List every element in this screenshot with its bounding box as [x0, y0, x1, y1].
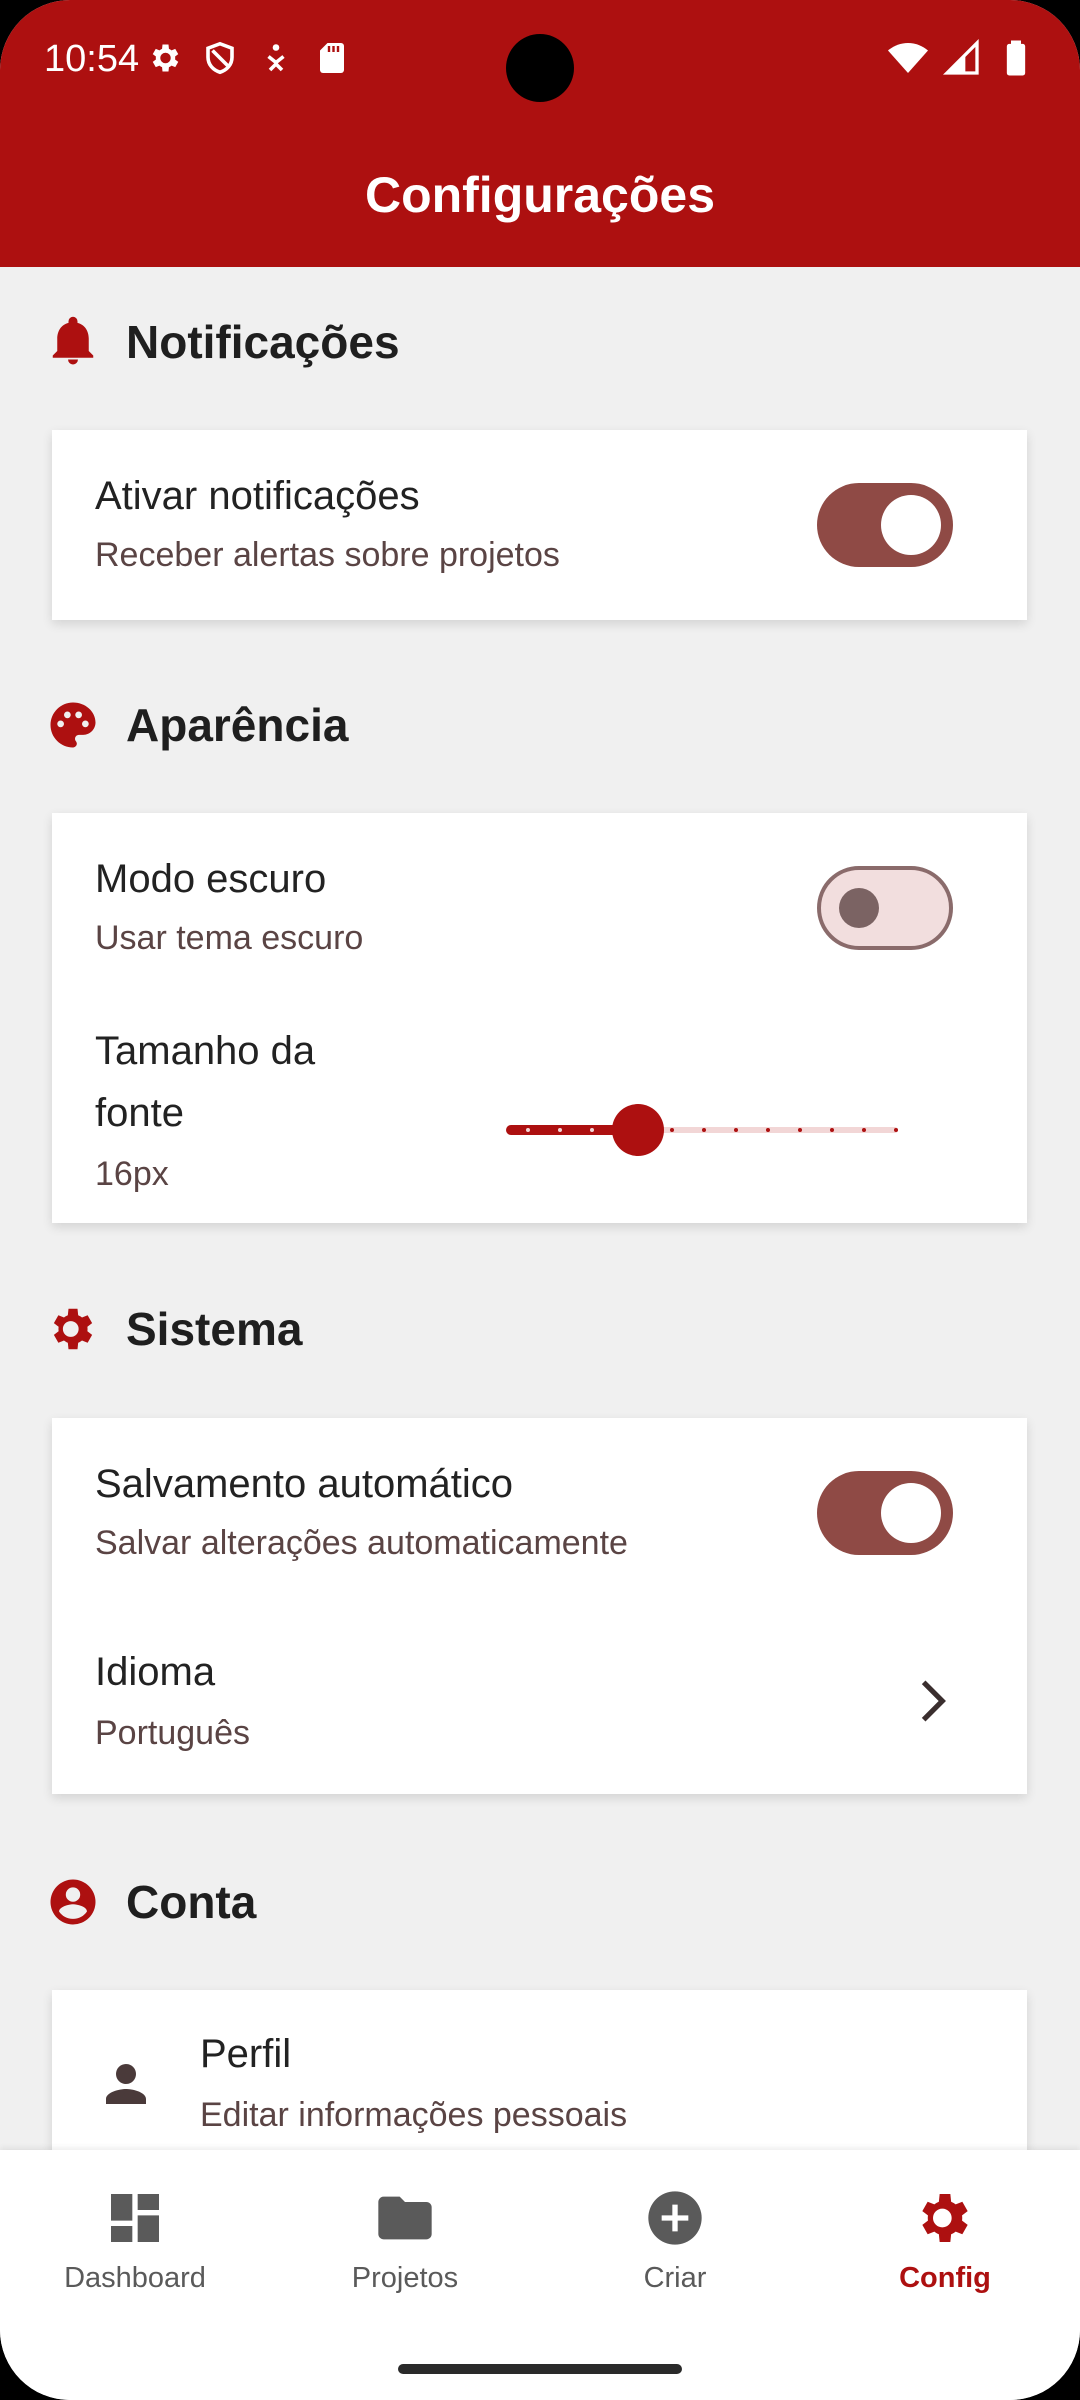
- section-title: Conta: [126, 1876, 257, 1928]
- nav-label: Projetos: [351, 2262, 459, 2294]
- app-bar: 10:54 Configurações: [0, 0, 1080, 267]
- profile-subtitle: Editar informações pessoais: [200, 2096, 628, 2134]
- bottom-navigation: Dashboard Projetos Criar Config: [0, 2150, 1080, 2400]
- nav-config[interactable]: Config: [810, 2186, 1080, 2295]
- account-circle-icon: [50, 1879, 96, 1925]
- dark-mode-label: Modo escuro: [95, 857, 327, 901]
- language-value: Português: [95, 1714, 250, 1752]
- notifications-toggle[interactable]: [817, 483, 953, 567]
- wifi-icon: [888, 43, 928, 73]
- slider-thumb[interactable]: [612, 1104, 664, 1156]
- section-title: Notificações: [126, 316, 400, 368]
- font-size-label-line1: Tamanho da: [95, 1029, 316, 1073]
- toggle-knob: [881, 495, 941, 555]
- font-size-label-line2: fonte: [95, 1091, 184, 1135]
- add-circle-icon: [648, 2191, 702, 2245]
- nav-create[interactable]: Criar: [540, 2186, 810, 2295]
- toggle-knob: [881, 1483, 941, 1543]
- bell-icon: [52, 316, 94, 365]
- font-size-value: 16px: [95, 1155, 169, 1193]
- autosave-toggle[interactable]: [817, 1471, 953, 1555]
- chevron-right-icon: [921, 1680, 946, 1722]
- section-header-system: Sistema: [46, 1302, 302, 1356]
- slider-tick: [734, 1128, 738, 1132]
- slider-tick: [798, 1128, 802, 1132]
- home-indicator[interactable]: [398, 2364, 682, 2374]
- settings-screen: 10:54 Configurações Notificações Ativar …: [0, 0, 1080, 2400]
- profile-label: Perfil: [200, 2032, 292, 2076]
- battery-icon: [1006, 40, 1026, 76]
- status-system-icons: [888, 38, 1036, 78]
- appearance-card: Modo escuro Usar tema escuro Tamanho da …: [52, 813, 1027, 1223]
- status-notification-icons: [146, 40, 350, 76]
- nav-projects[interactable]: Projetos: [270, 2186, 540, 2295]
- toggle-knob: [839, 888, 879, 928]
- slider-tick: [894, 1128, 898, 1132]
- slider-tick: [862, 1128, 866, 1132]
- nav-label: Dashboard: [64, 2262, 206, 2294]
- slider-tick: [526, 1128, 530, 1132]
- palette-icon: [50, 702, 96, 748]
- section-title: Sistema: [126, 1303, 303, 1355]
- camera-cutout: [506, 34, 574, 102]
- slider-tick: [558, 1128, 562, 1132]
- slider-tick: [702, 1128, 706, 1132]
- nav-label: Config: [899, 2262, 991, 2294]
- folder-icon: [378, 2196, 432, 2240]
- autosave-label: Salvamento automático: [95, 1462, 514, 1506]
- page-title: Configurações: [364, 167, 716, 223]
- slider-tick: [830, 1128, 834, 1132]
- dark-mode-subtitle: Usar tema escuro: [95, 919, 364, 957]
- section-header-notifications: Notificações: [46, 315, 400, 369]
- autosave-subtitle: Salvar alterações automaticamente: [95, 1524, 628, 1562]
- gear-icon: [53, 1308, 93, 1350]
- slider-tick: [670, 1128, 674, 1132]
- accessibility-status-icon: [267, 44, 285, 72]
- slider-tick: [590, 1128, 594, 1132]
- notifications-card: Ativar notificações Receber alertas sobr…: [52, 430, 1027, 620]
- signal-icon: [942, 38, 979, 75]
- system-card: Salvamento automático Salvar alterações …: [52, 1418, 1027, 1794]
- section-title: Aparência: [126, 699, 349, 751]
- shield-status-icon: [206, 41, 234, 75]
- status-time: 10:54: [44, 38, 140, 80]
- language-row[interactable]: Idioma Português: [52, 1608, 1027, 1794]
- slider-tick: [766, 1128, 770, 1132]
- section-header-account: Conta: [46, 1875, 256, 1929]
- settings-status-icon: [152, 44, 179, 72]
- person-icon: [106, 2064, 146, 2104]
- nav-label: Criar: [643, 2262, 707, 2294]
- enable-notifications-label: Ativar notificações: [95, 474, 420, 518]
- nav-dashboard[interactable]: Dashboard: [0, 2186, 270, 2295]
- language-label: Idioma: [95, 1650, 216, 1694]
- dashboard-icon: [111, 2194, 159, 2242]
- gear-icon: [922, 2194, 968, 2242]
- enable-notifications-subtitle: Receber alertas sobre projetos: [95, 536, 560, 574]
- dark-mode-toggle[interactable]: [817, 866, 953, 950]
- font-size-slider[interactable]: [502, 1100, 902, 1160]
- sd-card-status-icon: [320, 43, 344, 73]
- section-header-appearance: Aparência: [46, 698, 348, 752]
